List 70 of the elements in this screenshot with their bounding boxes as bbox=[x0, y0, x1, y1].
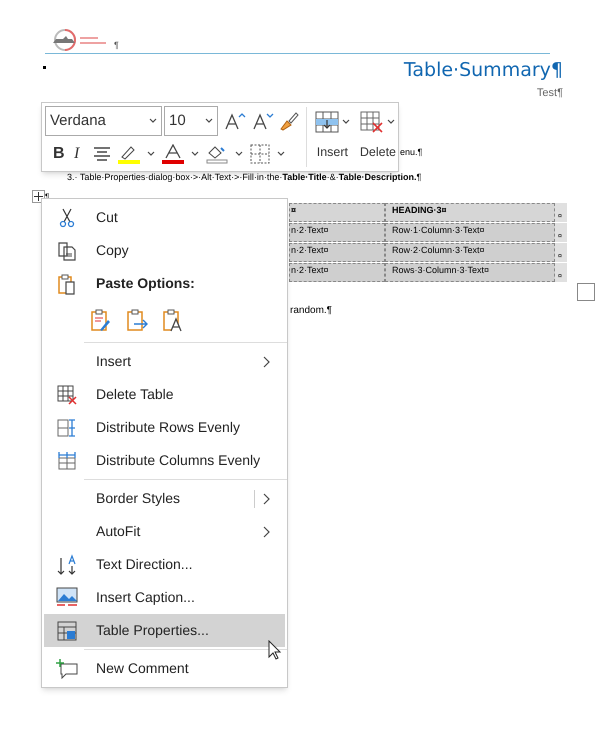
scissors-icon bbox=[58, 208, 76, 228]
table-cell: Rows·3·Column·3·Text¤ bbox=[385, 263, 555, 282]
menu-item[interactable]: AutoFit bbox=[44, 515, 285, 548]
align-center-icon[interactable] bbox=[93, 146, 111, 162]
menu-item[interactable]: Table Properties... bbox=[44, 614, 285, 647]
paragraph-marker bbox=[43, 66, 46, 69]
body-text: 3.· Table·Properties·dialog·box·>·Alt·Text·>·Fill·in·the·Table·Title·&·Table·Description.¶ bbox=[67, 172, 422, 182]
paintbrush-icon[interactable] bbox=[278, 110, 300, 132]
font-size-dropdown[interactable]: 10 bbox=[164, 106, 218, 136]
chevron-right-icon bbox=[263, 526, 271, 538]
distribute-columns-icon bbox=[57, 450, 77, 470]
table-cell: Row·2·Column·3·Text¤ bbox=[385, 243, 555, 262]
font-color-icon[interactable] bbox=[162, 144, 184, 164]
body-text: random.¶ bbox=[290, 305, 332, 316]
chevron-right-icon bbox=[263, 492, 271, 504]
menu-item[interactable]: Text Direction... bbox=[44, 548, 285, 581]
delete-button[interactable]: Delete bbox=[358, 111, 398, 171]
borders-icon[interactable] bbox=[250, 144, 270, 164]
highlighter-icon[interactable] bbox=[118, 144, 140, 164]
table-insert-icon bbox=[314, 111, 339, 133]
font-dropdown[interactable]: Verdana bbox=[45, 106, 162, 136]
table-cell: n·2·Text¤ bbox=[289, 243, 385, 262]
menu-item[interactable]: Cut bbox=[44, 201, 285, 234]
text-direction-icon bbox=[57, 554, 77, 576]
table-delete-icon bbox=[57, 384, 77, 404]
menu-item[interactable]: Distribute Columns Evenly bbox=[44, 444, 285, 477]
chevron-down-icon bbox=[147, 151, 155, 157]
menu-heading: Paste Options: bbox=[95, 274, 195, 293]
menu-item[interactable]: Copy bbox=[44, 234, 285, 267]
table-cell: n·2·Text¤ bbox=[289, 223, 385, 242]
shrink-font-icon[interactable] bbox=[252, 111, 274, 131]
distribute-rows-icon bbox=[57, 418, 77, 438]
paste-merge-icon[interactable] bbox=[126, 308, 148, 332]
chevron-down-icon bbox=[235, 151, 243, 157]
chevron-down-icon bbox=[277, 151, 285, 157]
chevron-down-icon bbox=[342, 119, 350, 125]
menu-item[interactable]: Insert bbox=[44, 345, 285, 378]
chevron-down-icon bbox=[149, 118, 157, 124]
menu-item[interactable]: Delete Table bbox=[44, 378, 285, 411]
mouse-cursor-icon bbox=[268, 640, 282, 660]
menu-item[interactable]: New Comment bbox=[44, 652, 285, 685]
grow-font-icon[interactable] bbox=[224, 111, 246, 131]
menu-item[interactable]: Border Styles bbox=[44, 482, 285, 515]
clipboard-icon bbox=[57, 272, 77, 294]
copy-icon bbox=[57, 240, 77, 260]
menu-item[interactable]: Distribute Rows Evenly bbox=[44, 411, 285, 444]
insert-button[interactable]: Insert bbox=[312, 111, 352, 171]
table-properties-icon bbox=[57, 620, 77, 640]
chevron-down-icon bbox=[191, 151, 199, 157]
table-header-cell: ¤ bbox=[289, 203, 385, 222]
document-title: Table·Summary¶ bbox=[404, 58, 563, 83]
table-cell: Row·1·Column·3·Text¤ bbox=[385, 223, 555, 242]
chevron-right-icon bbox=[263, 356, 271, 368]
picture-caption-icon bbox=[56, 586, 78, 608]
table-header-cell: HEADING·3¤ bbox=[385, 203, 555, 222]
table-resize-handle[interactable] bbox=[577, 283, 595, 301]
new-comment-icon bbox=[56, 658, 78, 678]
paragraph-mark: ¶ bbox=[114, 38, 119, 52]
chevron-down-icon bbox=[387, 119, 396, 125]
chevron-down-icon bbox=[205, 118, 213, 124]
menu-item[interactable]: Insert Caption... bbox=[44, 581, 285, 614]
bold-button[interactable]: B bbox=[53, 142, 67, 166]
fill-bucket-icon[interactable] bbox=[206, 144, 228, 164]
body-text: enu.¶ bbox=[400, 147, 422, 157]
table-delete-icon bbox=[360, 111, 384, 133]
italic-button[interactable]: I bbox=[74, 142, 86, 166]
paste-text-only-icon[interactable] bbox=[162, 308, 184, 332]
document-subtitle: Test¶ bbox=[536, 86, 563, 100]
paste-keep-formatting-icon[interactable] bbox=[90, 308, 112, 332]
table-cell: n·2·Text¤ bbox=[289, 263, 385, 282]
